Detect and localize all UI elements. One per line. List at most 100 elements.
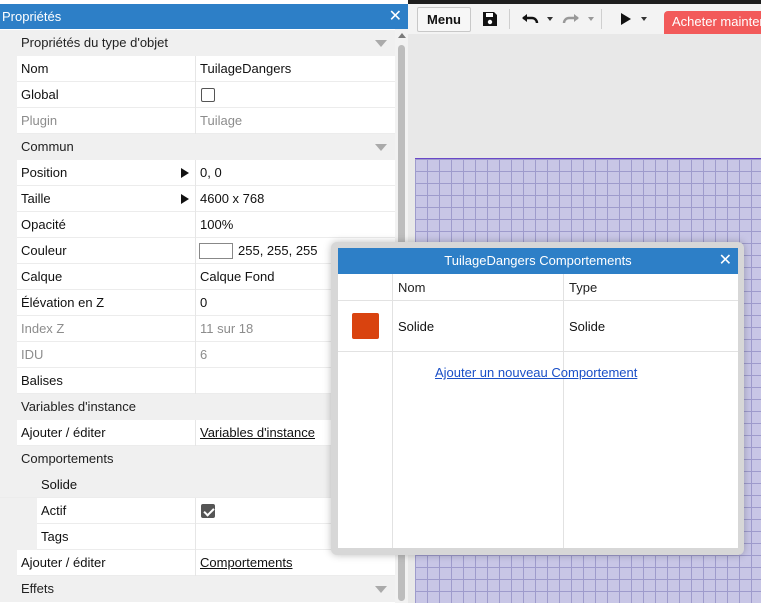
row-gutter [0,186,17,212]
z-elevation-value[interactable]: 0 [200,290,207,316]
layer-value[interactable]: Calque Fond [200,264,274,290]
column-header-name[interactable]: Nom [398,274,425,301]
enabled-checkbox[interactable] [201,504,215,518]
property-row-plugin: Plugin Tuilage [0,108,395,134]
buy-now-button[interactable]: Acheter maintenant [664,11,761,34]
behaviors-dialog: TuilageDangers Comportements ✕ Nom Type … [338,248,738,548]
column-divider [195,56,196,82]
dialog-title-bar[interactable]: TuilageDangers Comportements ✕ [338,248,738,274]
column-divider [195,186,196,212]
behaviors-link[interactable]: Comportements [200,550,292,576]
column-divider [195,420,196,446]
column-divider [195,290,196,316]
chevron-down-icon[interactable] [375,40,387,47]
property-row-name[interactable]: Nom TuilageDangers [0,56,395,82]
redo-dropdown-icon[interactable] [588,17,594,21]
plugin-value: Tuilage [200,113,243,128]
solid-behavior-icon [352,313,379,339]
section-label: Propriétés du type d'objet [21,35,169,50]
expand-arrow-icon[interactable] [181,168,189,178]
undo-dropdown-icon[interactable] [547,17,553,21]
column-header-type[interactable]: Type [569,274,597,301]
property-label: Ajouter / éditer [21,555,106,570]
redo-icon[interactable] [561,10,581,28]
column-divider [195,368,196,394]
section-label: Commun [21,139,74,154]
app-window: Propriétés ✕ Propriétés du type d'objet … [0,0,761,603]
column-divider [195,82,196,108]
close-icon[interactable]: ✕ [389,4,402,29]
properties-panel-header: Propriétés ✕ [0,4,408,29]
row-gutter [0,498,37,524]
position-value[interactable]: 0, 0 [200,160,222,186]
section-common[interactable]: Commun [0,134,395,160]
chevron-down-icon[interactable] [375,144,387,151]
property-label: Ajouter / éditer [21,425,106,440]
floppy-icon[interactable] [481,10,499,28]
row-gutter [0,82,17,108]
scroll-up-icon[interactable] [398,33,406,38]
behavior-type: Solide [569,319,606,334]
column-divider [195,108,196,134]
color-swatch[interactable] [199,243,233,259]
play-icon[interactable] [619,10,633,28]
property-label: Position [21,165,68,180]
property-label: Tags [41,529,69,544]
row-gutter [0,160,17,186]
instance-variables-link[interactable]: Variables d'instance [200,420,315,446]
section-label: Effets [21,581,55,596]
header-divider [338,300,738,301]
property-label: Plugin [21,113,58,128]
property-row-global: Global [0,82,395,108]
section-effects[interactable]: Effets [0,576,395,602]
property-label: Couleur [21,243,67,258]
column-divider [195,212,196,238]
row-gutter [0,316,17,342]
property-row-position[interactable]: Position 0, 0 [0,160,395,186]
row-gutter [0,342,17,368]
row-gutter [0,212,17,238]
z-index-value: 11 sur 18 [200,321,254,336]
uid-value: 6 [200,347,208,362]
column-divider [195,160,196,186]
chevron-down-icon[interactable] [375,586,387,593]
size-value[interactable]: 4600 x 768 [200,186,264,212]
row-divider [338,351,738,352]
row-gutter [0,108,17,134]
main-toolbar: Menu Acheter maintenant [408,4,761,34]
add-behavior-link[interactable]: Ajouter un nouveau Comportement [435,365,637,380]
column-divider [195,316,196,342]
opacity-value[interactable]: 100% [200,212,233,238]
column-divider [563,274,564,548]
toolbar-separator [601,9,602,29]
row-gutter [0,264,17,290]
row-gutter [0,56,17,82]
section-label: Variables d'instance [21,399,136,414]
close-icon[interactable]: ✕ [719,248,732,274]
property-label: IDU [21,347,44,362]
undo-icon[interactable] [520,10,540,28]
row-gutter [0,420,17,446]
property-row-opacity[interactable]: Opacité 100% [0,212,395,238]
row-gutter [0,290,17,316]
property-label: Opacité [21,217,66,232]
property-label: Actif [41,503,67,518]
dialog-title: TuilageDangers Comportements [444,253,632,268]
property-label: Calque [21,269,63,284]
row-gutter [0,524,37,550]
play-dropdown-icon[interactable] [641,17,647,21]
column-divider [195,264,196,290]
column-divider [195,342,196,368]
property-label: Balises [21,373,63,388]
menu-button[interactable]: Menu [417,7,471,32]
color-value[interactable]: 255, 255, 255 [238,238,318,264]
section-object-type[interactable]: Propriétés du type d'objet [0,30,395,56]
column-divider [392,274,393,548]
name-value[interactable]: TuilageDangers [200,56,291,82]
property-row-size[interactable]: Taille 4600 x 768 [0,186,395,212]
global-checkbox[interactable] [201,88,215,102]
row-gutter [0,550,17,576]
behavior-group-label: Solide [41,477,78,492]
column-divider [195,550,196,576]
expand-arrow-icon[interactable] [181,194,189,204]
